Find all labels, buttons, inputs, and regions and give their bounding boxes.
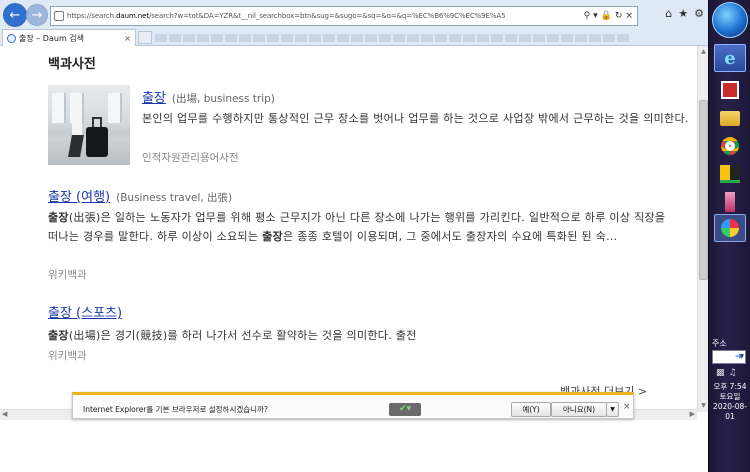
back-arrow-icon: ←: [9, 7, 21, 23]
network-icon[interactable]: ▩: [716, 368, 725, 378]
stop-icon[interactable]: ×: [625, 11, 633, 21]
tab-strip-decoration: [155, 34, 629, 42]
clock-day: 토요일: [719, 392, 741, 401]
entry-1-source[interactable]: 인적자원관리용어사전: [142, 150, 239, 165]
star-icon[interactable]: ★: [678, 7, 688, 20]
folder-icon[interactable]: [714, 104, 746, 132]
shield-icon[interactable]: ✔▾: [389, 403, 421, 416]
forward-button[interactable]: →: [26, 4, 48, 26]
search-icon[interactable]: ⚲: [584, 11, 591, 21]
keyword-highlight: 출장: [48, 329, 69, 342]
go-arrow-icon[interactable]: ➜: [735, 352, 746, 363]
volume-icon[interactable]: ♫: [729, 368, 737, 378]
default-browser-notification: Internet Explorer를 기본 브라우저로 설정하시겠습니까? ✔▾…: [72, 392, 634, 419]
gear-icon[interactable]: ⚙: [694, 7, 704, 20]
dropdown-icon[interactable]: ▾: [593, 11, 598, 21]
entry-1-subtitle: (出場, business trip): [171, 93, 275, 105]
paint-icon[interactable]: [714, 214, 746, 242]
entry-1-title-link[interactable]: 출장: [142, 91, 166, 106]
keyword-highlight: 출장: [262, 230, 283, 243]
tab-title: 출장 – Daum 검색: [19, 33, 84, 43]
daum-favicon-icon: [7, 33, 16, 43]
scroll-right-icon[interactable]: ▶: [690, 410, 695, 418]
app-red-icon[interactable]: [714, 76, 746, 104]
description-text: (出場)은 경기(競技)를 하러 나가서 선수로 활약하는 것을 의미한다. 출…: [68, 329, 417, 342]
browser-chrome: ← → https://search.daum.net/search?w=tot…: [0, 0, 708, 46]
refresh-icon[interactable]: ↻: [615, 11, 623, 21]
app-pink-icon[interactable]: [714, 188, 746, 216]
stock-app-icon[interactable]: [714, 160, 746, 188]
taskbar-clock[interactable]: 오후 7:54 토요일 2020-08-01: [710, 382, 750, 422]
lock-icon: [54, 11, 64, 21]
system-tray: ▩ ♫: [716, 368, 737, 378]
yes-button[interactable]: 예(Y): [511, 402, 551, 417]
entry-3-source[interactable]: 위키백과: [48, 348, 87, 363]
entry-1-heading: 출장 (出場, business trip): [142, 87, 275, 106]
section-title: 백과사전: [48, 57, 96, 72]
scroll-left-icon[interactable]: ◀: [2, 410, 7, 418]
start-orb-icon[interactable]: [712, 2, 748, 38]
clock-time: 오후 7:54: [713, 382, 747, 391]
entry-3-heading: 출장 (스포츠): [48, 302, 122, 321]
keyword-highlight: 출장: [48, 211, 69, 224]
entry-3-description: 출장(出場)은 경기(競技)를 하러 나가서 선수로 활약하는 것을 의미한다.…: [48, 326, 672, 345]
address-bar[interactable]: https://search.daum.net/search?w=tot&DA=…: [50, 6, 638, 26]
no-button[interactable]: 아니요(N): [551, 402, 607, 417]
clock-date: 2020-08-01: [712, 402, 748, 421]
blank-area: [0, 420, 708, 472]
taskbar-address-label: 주소: [712, 339, 727, 348]
entry-2-source[interactable]: 위키백과: [48, 267, 87, 282]
entry-1-description: 본인의 업무를 수행하지만 통상적인 근무 장소를 벗어나 업무를 하는 것으로…: [142, 112, 689, 125]
entry-2-heading: 출장 (여행) (Business travel, 出張): [48, 186, 232, 205]
new-tab-button[interactable]: [138, 31, 152, 44]
no-dropdown-button[interactable]: ▼: [606, 402, 619, 417]
entry-2-description: 출장(出張)은 일하는 노동자가 업무를 위해 평소 근무지가 아닌 다른 장소…: [48, 208, 672, 246]
entry-2-title-link[interactable]: 출장 (여행): [48, 190, 110, 205]
vertical-scrollbar[interactable]: ▲ ▼: [697, 46, 708, 412]
description-text: 은 종종 호텔이 이용되며, 그 중에서도 출장자의 수요에 특화된 된 숙..…: [282, 230, 618, 243]
ie-icon[interactable]: e: [714, 44, 746, 72]
lock-status-icon[interactable]: 🔒: [601, 11, 612, 21]
business-trip-thumbnail[interactable]: [48, 85, 130, 165]
back-button[interactable]: ←: [3, 3, 27, 27]
tab-daum-search[interactable]: 출장 – Daum 검색 ×: [2, 29, 136, 46]
forward-arrow-icon: →: [31, 7, 43, 23]
entry-2-subtitle: (Business travel, 出張): [116, 192, 233, 204]
tab-close-icon[interactable]: ×: [124, 34, 131, 43]
chrome-icon[interactable]: [714, 132, 746, 160]
scrollbar-thumb[interactable]: [699, 100, 708, 280]
close-icon[interactable]: ×: [623, 402, 631, 412]
entry-3-title-link[interactable]: 출장 (스포츠): [48, 306, 122, 321]
notification-message: Internet Explorer를 기본 브라우저로 설정하시겠습니까?: [83, 405, 268, 414]
address-url[interactable]: https://search.daum.net/search?w=tot&DA=…: [67, 12, 580, 20]
page-content: 백과사전 출장 (出場, business trip) 본인의 업무를 수행하지만…: [0, 46, 697, 412]
home-icon[interactable]: ⌂: [665, 7, 672, 20]
